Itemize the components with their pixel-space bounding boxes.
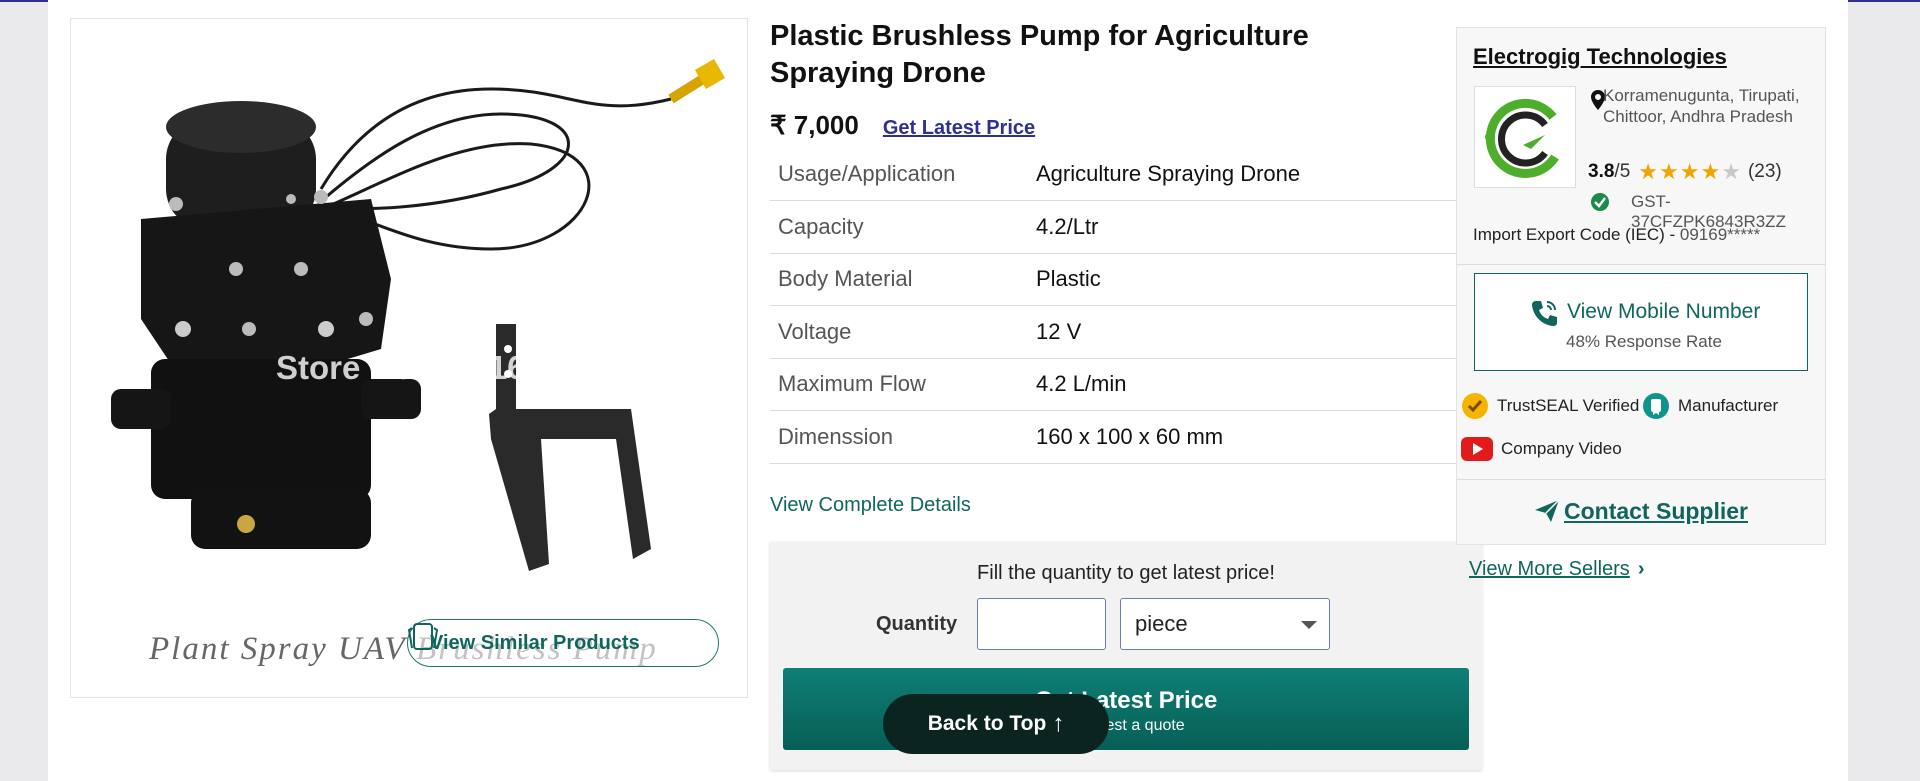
get-latest-price-link[interactable]: Get Latest Price [883,117,1035,140]
contact-supplier-label: Contact Supplier [1563,498,1748,524]
cards-icon [408,623,438,650]
product-image[interactable]: Store No: 512161 Plant Spray UAV Brushle… [70,18,748,698]
trustseal-label: TrustSEAL Verified [1497,396,1640,415]
chevron-right-icon: › [1637,558,1645,580]
logo-emblem [1485,99,1559,178]
company-video-badge[interactable]: Company Video [1461,437,1622,461]
company-video-label: Company Video [1501,439,1622,458]
trustseal-icon [1462,393,1488,419]
spec-row: Usage/Application Agriculture Spraying Dr… [770,148,1482,201]
view-more-sellers-link[interactable]: View More Sellers › [1469,558,1644,581]
unit-select[interactable]: piece [1120,598,1330,650]
spec-value: 4.2 L/min [1036,358,1482,411]
quantity-input[interactable] [977,598,1106,650]
product-page: Store No: 512161 Plant Spray UAV Brushle… [48,0,1848,781]
spec-key: Dimenssion [770,410,1036,464]
spec-row: Capacity 4.2/Ltr [770,200,1482,254]
star-icon: ★ [1638,159,1660,184]
view-complete-details-link[interactable]: View Complete Details [770,494,971,517]
spec-key: Body Material [770,253,1036,306]
arrow-up-icon: ↑ [1052,710,1065,737]
iec-label: Import Export Code (IEC) - [1473,225,1680,244]
quote-form: Fill the quantity to get latest price! Q… [770,542,1482,770]
seller-logo[interactable] [1474,86,1576,188]
spec-row: Body Material Plastic [770,253,1482,306]
back-to-top-label: Back to Top [927,712,1047,735]
rating-max: /5 [1614,161,1631,182]
trustseal-badge[interactable]: TrustSEAL Verified [1461,392,1639,420]
spec-value: 12 V [1036,305,1482,359]
seller-card: Electrogig Technologies Korramenugunta, … [1456,27,1826,545]
rating-value: 3.8 [1588,161,1615,182]
back-to-top-button[interactable]: Back to Top ↑ [883,694,1109,754]
view-mobile-label: View Mobile Number [1567,300,1761,323]
manufacturer-icon [1643,393,1669,419]
seller-name-link[interactable]: Electrogig Technologies [1473,44,1727,70]
star-icon: ★ [1721,159,1742,184]
spec-value: Agriculture Spraying Drone [1036,148,1482,201]
iec-value: 09169***** [1679,225,1761,244]
view-similar-products-button[interactable]: View Similar Products [407,619,719,667]
send-icon [1534,499,1560,522]
review-count: (23) [1747,161,1782,182]
view-mobile-number-button[interactable]: View Mobile Number 48% Response Rate [1474,273,1808,371]
view-similar-label: View Similar Products [430,631,640,654]
quote-prompt: Fill the quantity to get latest price! [977,562,1275,584]
spec-key: Capacity [770,200,1036,254]
quantity-label: Quantity [876,613,958,635]
spec-row: Maximum Flow 4.2 L/min [770,358,1482,411]
contact-supplier-button[interactable]: Contact Supplier [1457,498,1825,525]
spec-value: Plastic [1036,253,1482,306]
phone-icon [1532,301,1557,326]
unit-selected-value: piece [1135,611,1188,636]
spec-key: Usage/Application [770,148,1036,201]
spec-row: Voltage 12 V [770,305,1482,359]
chevron-down-icon [1301,621,1317,629]
spec-key: Voltage [770,305,1036,359]
rating-stars: ★★★★★ [1638,159,1742,185]
response-rate: 48% Response Rate [1566,332,1722,351]
product-price: ₹ 7,000 [770,110,859,140]
spec-value: 4.2/Ltr [1036,200,1482,254]
price-row: ₹ 7,000 Get Latest Price [770,110,1035,141]
spec-row: Dimenssion 160 x 100 x 60 mm [770,410,1482,464]
specs-table: Usage/Application Agriculture Spraying Dr… [770,148,1482,464]
product-title: Plastic Brushless Pump for Agriculture S… [770,20,1309,89]
youtube-icon [1461,437,1493,461]
watermark-text: Store No: 512161 [276,349,544,386]
divider [1457,479,1825,480]
seller-rating[interactable]: 3.8/5 ★★★★★ (23) [1588,159,1782,185]
seller-iec: Import Export Code (IEC) - 09169***** [1473,225,1760,245]
divider [1457,264,1825,265]
verified-check-icon [1591,193,1609,211]
spec-value: 160 x 100 x 60 mm [1036,410,1482,464]
manufacturer-badge[interactable]: Manufacturer [1642,392,1778,420]
star-icon: ★ [1700,159,1722,184]
view-more-sellers-label: View More Sellers [1469,558,1630,580]
star-icon: ★ [1679,159,1701,184]
manufacturer-label: Manufacturer [1678,396,1779,415]
seller-location: Korramenugunta, Tirupati, Chittoor, Andh… [1603,86,1800,126]
pump-image: Store No: 512161 Plant Spray UAV Brushle… [111,58,726,667]
spec-key: Maximum Flow [770,358,1036,411]
star-icon: ★ [1659,159,1680,184]
